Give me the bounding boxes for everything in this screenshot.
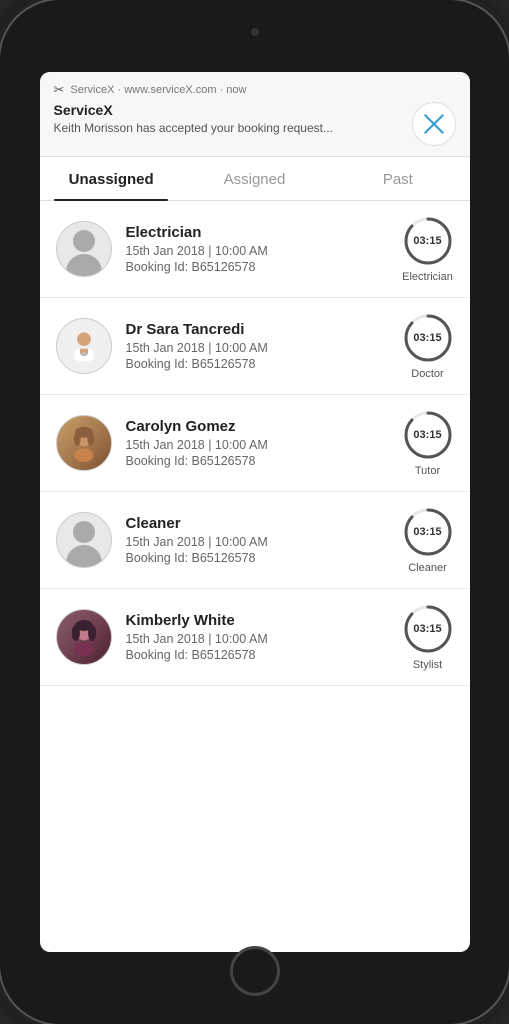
timer-circle: 03:15 bbox=[402, 215, 454, 267]
notification-meta: ✂ ServiceX · www.serviceX.com · now bbox=[54, 82, 456, 98]
booking-date: 15th Jan 2018 | 10:00 AM bbox=[126, 341, 388, 355]
timer-value: 03:15 bbox=[413, 235, 441, 247]
doctor-avatar-icon bbox=[65, 327, 103, 365]
booking-id: Booking Id: B65126578 bbox=[126, 454, 388, 468]
bookings-list: Electrician 15th Jan 2018 | 10:00 AM Boo… bbox=[40, 201, 470, 952]
avatar bbox=[56, 318, 112, 374]
timer-circle: 03:15 bbox=[402, 312, 454, 364]
booking-name: Electrician bbox=[126, 224, 388, 241]
tabs-bar: Unassigned Assigned Past bbox=[40, 157, 470, 201]
timer-wrap: 03:15 Electrician bbox=[402, 215, 454, 283]
carolyn-avatar-icon bbox=[65, 424, 103, 462]
timer-wrap: 03:15 Cleaner bbox=[402, 506, 454, 574]
avatar bbox=[56, 415, 112, 471]
booking-info: Kimberly White 15th Jan 2018 | 10:00 AM … bbox=[126, 612, 388, 662]
notification-content: ServiceX Keith Morisson has accepted you… bbox=[54, 102, 456, 146]
table-row[interactable]: Electrician 15th Jan 2018 | 10:00 AM Boo… bbox=[40, 201, 470, 298]
booking-date: 15th Jan 2018 | 10:00 AM bbox=[126, 632, 388, 646]
timer-value: 03:15 bbox=[413, 526, 441, 538]
booking-id: Booking Id: B65126578 bbox=[126, 260, 388, 274]
electrician-avatar-icon bbox=[57, 222, 111, 276]
booking-info: Electrician 15th Jan 2018 | 10:00 AM Boo… bbox=[126, 224, 388, 274]
timer-label: Doctor bbox=[411, 368, 443, 380]
booking-name: Dr Sara Tancredi bbox=[126, 321, 388, 338]
timer-wrap: 03:15 Tutor bbox=[402, 409, 454, 477]
tab-unassigned[interactable]: Unassigned bbox=[40, 157, 183, 200]
booking-info: Carolyn Gomez 15th Jan 2018 | 10:00 AM B… bbox=[126, 418, 388, 468]
notification-texts: ServiceX Keith Morisson has accepted you… bbox=[54, 102, 402, 137]
timer-label: Cleaner bbox=[408, 562, 447, 574]
booking-date: 15th Jan 2018 | 10:00 AM bbox=[126, 535, 388, 549]
phone-screen: ✂ ServiceX · www.serviceX.com · now Serv… bbox=[40, 72, 470, 952]
timer-label: Tutor bbox=[415, 465, 440, 477]
notification-title: ServiceX bbox=[54, 102, 402, 118]
timer-circle: 03:15 bbox=[402, 506, 454, 558]
notification-source: ServiceX · www.serviceX.com · now bbox=[70, 84, 246, 96]
notification-banner[interactable]: ✂ ServiceX · www.serviceX.com · now Serv… bbox=[40, 72, 470, 157]
timer-value: 03:15 bbox=[413, 623, 441, 635]
avatar bbox=[56, 609, 112, 665]
timer-value: 03:15 bbox=[413, 429, 441, 441]
servicex-logo-icon bbox=[421, 111, 447, 137]
booking-id: Booking Id: B65126578 bbox=[126, 357, 388, 371]
phone-frame: ✂ ServiceX · www.serviceX.com · now Serv… bbox=[0, 0, 509, 1024]
booking-name: Cleaner bbox=[126, 515, 388, 532]
timer-label: Stylist bbox=[413, 659, 442, 671]
timer-wrap: 03:15 Stylist bbox=[402, 603, 454, 671]
booking-id: Booking Id: B65126578 bbox=[126, 551, 388, 565]
kimberly-avatar-icon bbox=[65, 618, 103, 656]
front-camera bbox=[251, 28, 259, 36]
booking-id: Booking Id: B65126578 bbox=[126, 648, 388, 662]
cleaner-avatar-icon bbox=[57, 513, 111, 567]
booking-date: 15th Jan 2018 | 10:00 AM bbox=[126, 438, 388, 452]
booking-info: Dr Sara Tancredi 15th Jan 2018 | 10:00 A… bbox=[126, 321, 388, 371]
booking-name: Carolyn Gomez bbox=[126, 418, 388, 435]
timer-wrap: 03:15 Doctor bbox=[402, 312, 454, 380]
avatar bbox=[56, 221, 112, 277]
table-row[interactable]: Cleaner 15th Jan 2018 | 10:00 AM Booking… bbox=[40, 492, 470, 589]
notification-body: Keith Morisson has accepted your booking… bbox=[54, 120, 402, 137]
scissors-icon: ✂ bbox=[54, 82, 65, 98]
timer-circle: 03:15 bbox=[402, 409, 454, 461]
timer-circle: 03:15 bbox=[402, 603, 454, 655]
home-button[interactable] bbox=[230, 946, 280, 996]
notification-logo bbox=[412, 102, 456, 146]
table-row[interactable]: Carolyn Gomez 15th Jan 2018 | 10:00 AM B… bbox=[40, 395, 470, 492]
timer-label: Electrician bbox=[402, 271, 453, 283]
booking-name: Kimberly White bbox=[126, 612, 388, 629]
tab-assigned[interactable]: Assigned bbox=[183, 157, 326, 200]
booking-date: 15th Jan 2018 | 10:00 AM bbox=[126, 244, 388, 258]
table-row[interactable]: Kimberly White 15th Jan 2018 | 10:00 AM … bbox=[40, 589, 470, 686]
booking-info: Cleaner 15th Jan 2018 | 10:00 AM Booking… bbox=[126, 515, 388, 565]
timer-value: 03:15 bbox=[413, 332, 441, 344]
avatar bbox=[56, 512, 112, 568]
tab-past[interactable]: Past bbox=[326, 157, 469, 200]
table-row[interactable]: Dr Sara Tancredi 15th Jan 2018 | 10:00 A… bbox=[40, 298, 470, 395]
